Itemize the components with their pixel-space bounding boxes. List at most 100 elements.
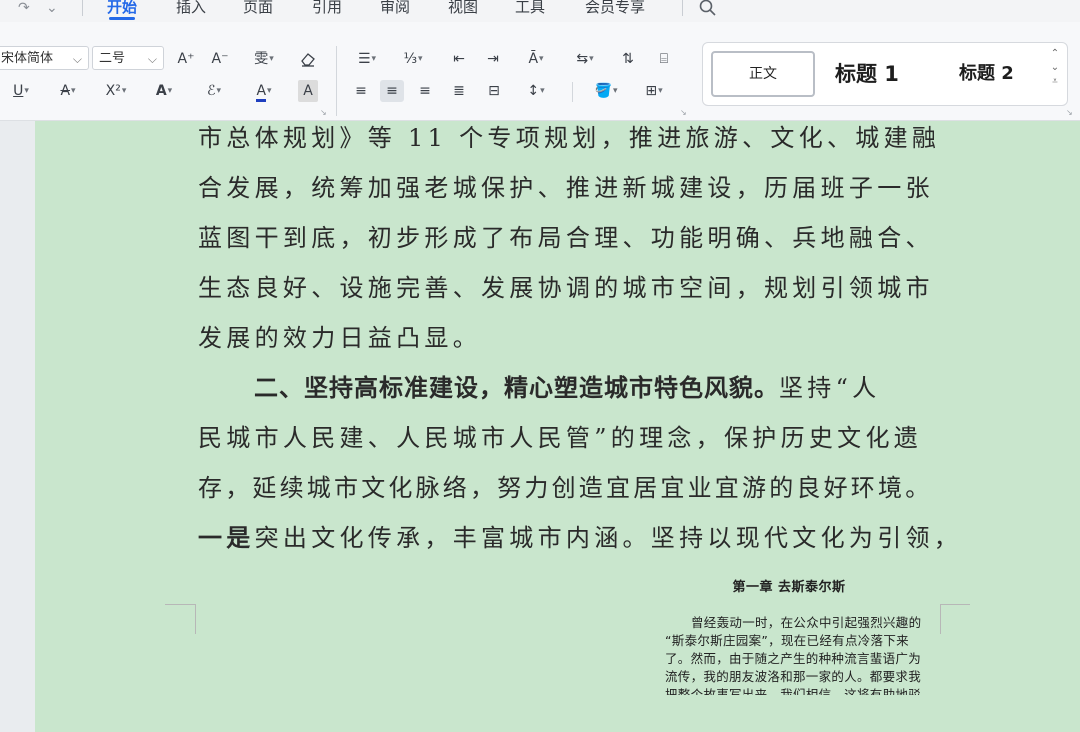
tab-page[interactable]: 页面	[243, 0, 273, 16]
tab-references[interactable]: 引用	[312, 0, 342, 16]
chevron-down-icon: ▾	[540, 86, 545, 96]
chevron-down-icon: ▾	[267, 86, 272, 96]
font-size-select[interactable]: 二号 ⌵	[92, 46, 164, 70]
chevron-down-icon: ▾	[612, 86, 618, 96]
borders-icon: ⊞	[645, 83, 658, 99]
text-direction-button[interactable]: ⇆▾	[568, 48, 602, 70]
tab-view[interactable]: 视图	[448, 0, 478, 16]
decrease-indent-button[interactable]: ⇤	[448, 48, 470, 70]
align-left-icon: ≡	[355, 83, 367, 99]
distributed-align-icon: ⊟	[488, 83, 500, 99]
align-center-button[interactable]: ≡	[380, 80, 404, 102]
chinese-layout-icon: Ā	[528, 51, 539, 67]
redo-icon[interactable]: ↷	[18, 0, 30, 16]
numbered-list-icon: ⅓	[403, 51, 418, 67]
text-line: 市总体规划》等 11 个专项规划，推进旅游、文化、城建融	[198, 124, 941, 152]
chevron-down-icon: ▾	[418, 54, 423, 64]
underline-icon: U	[13, 83, 24, 99]
divider	[572, 82, 573, 102]
chevron-down-icon: ▾	[371, 54, 377, 64]
sort-button[interactable]: ⇅	[616, 48, 640, 70]
crop-mark	[165, 604, 195, 605]
character-shading-button[interactable]: A	[298, 80, 318, 102]
borders-button[interactable]: ⊞▾	[636, 80, 672, 102]
tab-home[interactable]: 开始	[107, 0, 137, 20]
numbered-list-button[interactable]: ⅓▾	[396, 48, 430, 70]
bullet-list-button[interactable]: ☰▾	[350, 48, 384, 70]
image-paragraph: 曾经轰动一时，在公众中引起强烈兴趣的 “斯泰尔斯庄园案”，现在已经有点冷落下来 …	[665, 614, 940, 695]
crop-mark	[195, 604, 196, 634]
character-shading-icon: A	[303, 83, 313, 99]
clear-format-button[interactable]	[296, 48, 320, 70]
shrink-font-button[interactable]: A⁻	[208, 48, 232, 70]
more-styles-icon[interactable]: ⩡	[1047, 75, 1063, 89]
chevron-down-icon: ▾	[24, 86, 29, 96]
increase-indent-button[interactable]: ⇥	[482, 48, 504, 70]
line-spacing-icon: ↕	[527, 83, 540, 99]
underline-button[interactable]: U▾	[4, 80, 38, 102]
style-heading-2[interactable]: 标题 2	[959, 51, 1014, 97]
document-page[interactable]: 市总体规划》等 11 个专项规划，推进旅游、文化、城建融 合发展，统筹加强老城保…	[35, 121, 1080, 732]
text-line: 民城市人民建、人民城市人民管”的理念，保护历史文化遗	[198, 424, 923, 452]
image-text-line: 曾经轰动一时，在公众中引起强烈兴趣的	[691, 615, 922, 630]
quick-access-dropdown-icon[interactable]: ⌄	[46, 0, 58, 16]
text-line: 二、坚持高标准建设，精心塑造城市特色风貌。坚持“人	[254, 368, 880, 408]
phonetic-guide-button[interactable]: 雯▾	[244, 48, 284, 70]
styles-scroll[interactable]: ⌃ ⌄ ⩡	[1047, 47, 1063, 101]
superscript-button[interactable]: X²▾	[98, 80, 134, 102]
highlight-icon: ℰ	[206, 83, 216, 99]
shading-button[interactable]: 🪣▾	[588, 80, 624, 102]
document-gutter	[0, 121, 35, 732]
highlight-button[interactable]: ℰ▾	[196, 80, 232, 102]
style-normal[interactable]: 正文	[711, 51, 815, 97]
font-dialog-launcher-icon[interactable]: ↘	[320, 108, 327, 117]
show-paragraph-marks-button[interactable]: ⌸	[652, 48, 676, 70]
chevron-down-icon: ▾	[269, 54, 274, 64]
ribbon-toolbar: 宋体简体 ⌵ 二号 ⌵ A⁺ A⁻ 雯▾ U▾ A▾ X²▾ A▾ ℰ▾ A▾ …	[0, 22, 1080, 121]
grow-font-button[interactable]: A⁺	[174, 48, 198, 70]
bullet-list-icon: ☰	[357, 51, 371, 67]
justify-button[interactable]: ≣	[448, 80, 470, 102]
chevron-down-icon[interactable]: ⌄	[1047, 61, 1063, 75]
image-title: 第一章 去斯泰尔斯	[732, 580, 846, 595]
align-right-button[interactable]: ≡	[414, 80, 436, 102]
align-left-button[interactable]: ≡	[350, 80, 372, 102]
search-icon[interactable]	[698, 0, 718, 18]
font-name-value: 宋体简体	[1, 51, 54, 66]
styles-dialog-launcher-icon[interactable]: ↘	[1066, 108, 1073, 117]
grow-font-icon: A⁺	[177, 51, 195, 67]
strikethrough-button[interactable]: A▾	[50, 80, 86, 102]
font-name-select[interactable]: 宋体简体 ⌵	[0, 46, 89, 70]
paragraph-marks-icon: ⌸	[659, 51, 669, 67]
tab-tools[interactable]: 工具	[515, 0, 545, 16]
chevron-down-icon: ⌵	[72, 52, 82, 66]
align-center-icon: ≡	[386, 83, 398, 99]
font-color-button[interactable]: A▾	[246, 80, 282, 102]
line-spacing-button[interactable]: ↕▾	[518, 80, 554, 102]
image-text-line: 了。然而，由于随之产生的种种流言蜚语广为	[665, 651, 922, 666]
chevron-down-icon: ▾	[71, 86, 76, 96]
menu-bar: ↷ ⌄ 开始 插入 页面 引用 审阅 视图 工具 会员专享	[0, 0, 1080, 22]
embedded-image[interactable]: 第一章 去斯泰尔斯 曾经轰动一时，在公众中引起强烈兴趣的 “斯泰尔斯庄园案”，现…	[665, 576, 955, 704]
chinese-layout-button[interactable]: Ā▾	[518, 48, 554, 70]
image-text-line: “斯泰尔斯庄园案”，现在已经有点冷落下来	[665, 633, 909, 648]
eraser-icon	[301, 53, 315, 67]
tab-insert[interactable]: 插入	[176, 0, 206, 16]
chevron-up-icon[interactable]: ⌃	[1047, 47, 1063, 61]
distributed-align-button[interactable]: ⊟	[482, 80, 506, 102]
font-size-value: 二号	[99, 51, 126, 66]
text-run: 突出文化传承，丰富城市内涵。坚持以现代文化为引领，	[254, 524, 963, 552]
text-effect-button[interactable]: A▾	[146, 80, 182, 102]
tab-review[interactable]: 审阅	[380, 0, 410, 16]
text-line: 发展的效力日益凸显。	[198, 324, 481, 352]
superscript-icon: X²	[105, 83, 121, 99]
text-line: 合发展，统筹加强老城保护、推进新城建设，历届班子一张	[198, 174, 934, 202]
image-text-line: 把整个故事写出来，我们相信，这将有助地驳	[665, 687, 922, 695]
text-line: 蓝图干到底，初步形成了布局合理、功能明确、兵地融合、	[198, 224, 934, 252]
text-line: 一是突出文化传承，丰富城市内涵。坚持以现代文化为引领，	[198, 518, 962, 558]
tab-member[interactable]: 会员专享	[585, 0, 645, 16]
style-heading-1[interactable]: 标题 1	[835, 51, 899, 97]
align-right-icon: ≡	[419, 83, 431, 99]
strikethrough-icon: A	[60, 83, 71, 99]
paragraph-dialog-launcher-icon[interactable]: ↘	[680, 108, 687, 117]
